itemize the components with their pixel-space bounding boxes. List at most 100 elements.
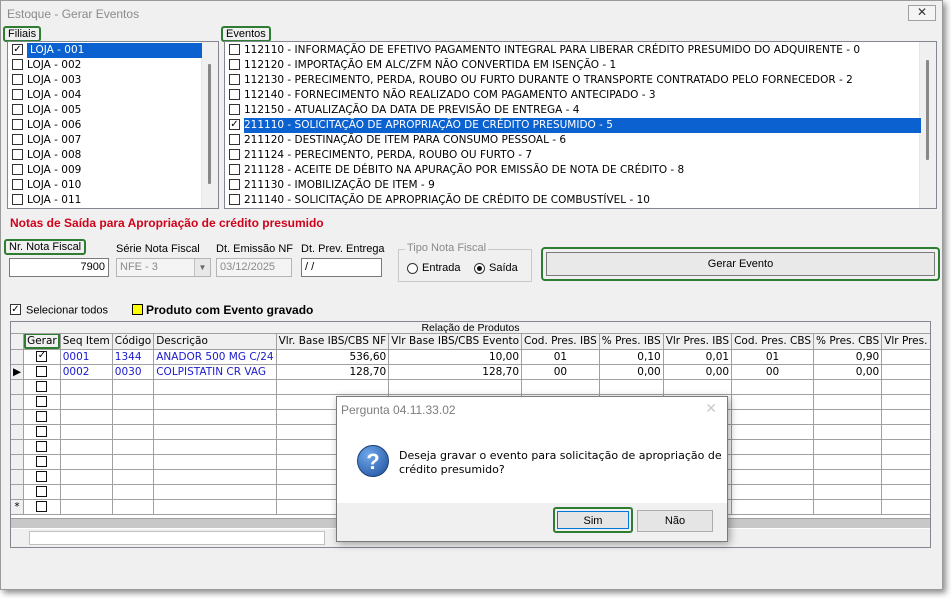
filial-item[interactable]: LOJA - 005 [8,103,81,118]
evento-checkbox[interactable] [229,133,240,145]
table-row[interactable]: ▶ 0002 0030 COLPISTATIN CR VAG 128,70 128,70 0… [11,364,930,380]
cell-cod_cbs[interactable] [731,499,815,515]
cell-pct_cbs[interactable] [813,424,883,440]
evento-item[interactable]: ✓ 211110 - SOLICITAÇÃO DE APROPRIAÇÃO DE … [225,118,921,133]
column-header[interactable]: Descrição [153,334,277,350]
cell-descricao[interactable] [153,394,277,410]
cell-pct_ibs[interactable]: 0,00 [599,364,664,380]
column-header[interactable]: Vlr. Base IBS/CBS NF [276,334,390,350]
gerar-cell[interactable] [23,364,61,380]
gerar-evento-button-frame[interactable]: Gerar Evento [541,247,940,281]
cell-codigo[interactable] [112,394,155,410]
filial-checkbox[interactable] [12,118,23,130]
gerar-cell[interactable] [23,499,61,515]
dialog-close-icon[interactable]: ✕ [705,400,717,417]
evento-item[interactable]: 211120 - DESTINAÇÃO DE ITEM PARA CONSUMO… [225,133,566,148]
gerar-checkbox[interactable] [36,471,48,482]
radio-saida-circle[interactable] [474,262,485,274]
gerar-checkbox[interactable] [36,456,48,467]
cell-seq[interactable] [60,424,113,440]
gerar-checkbox[interactable] [36,381,48,392]
selecionar-todos-checkbox[interactable]: ✓ [10,304,21,315]
filial-item[interactable]: LOJA - 007 [8,133,81,148]
gerar-cell[interactable] [23,424,61,440]
cell-descricao[interactable] [153,424,277,440]
evento-checkbox[interactable]: ✓ [229,118,240,130]
radio-saida[interactable]: Saída [474,262,518,274]
evento-checkbox[interactable] [229,148,240,160]
gerar-evento-button[interactable]: Gerar Evento [546,252,935,276]
cell-descricao[interactable]: ANADOR 500 MG C/24 [153,349,277,365]
filial-checkbox[interactable] [12,178,23,190]
cell-cod_cbs[interactable]: 01 [731,349,815,365]
evento-checkbox[interactable] [229,43,240,55]
cell-vlr_cbs[interactable] [881,499,930,515]
cell-descricao[interactable] [153,379,277,395]
cell-seq[interactable] [60,409,113,425]
gerar-cell[interactable] [23,484,61,500]
evento-item[interactable]: 112130 - PERECIMENTO, PERDA, ROUBO OU FU… [225,73,853,88]
cell-base_nf[interactable] [276,379,390,395]
radio-entrada[interactable]: Entrada [407,262,461,274]
filial-checkbox[interactable] [12,163,23,175]
cell-vlr_cbs[interactable] [881,439,930,455]
cell-pct_cbs[interactable] [813,379,883,395]
gerar-cell[interactable] [23,394,61,410]
cell-cod_cbs[interactable]: 00 [731,364,815,380]
filial-item[interactable]: LOJA - 009 [8,163,81,178]
cell-cod_cbs[interactable] [731,379,815,395]
filial-checkbox[interactable] [12,58,23,70]
cell-codigo[interactable] [112,484,155,500]
prev-entrega-field[interactable]: / / [301,258,382,277]
cell-pct_cbs[interactable]: 0,90 [813,349,883,365]
cell-seq[interactable] [60,454,113,470]
gerar-checkbox[interactable] [36,411,48,422]
cell-seq[interactable] [60,484,113,500]
cell-descricao[interactable] [153,499,277,515]
evento-item[interactable]: 211130 - IMOBILIZAÇÃO DE ITEM - 9 [225,178,435,193]
cell-codigo[interactable] [112,379,155,395]
chevron-down-icon[interactable]: ▼ [194,259,210,276]
gerar-cell[interactable] [23,469,61,485]
filial-checkbox[interactable]: ✓ [12,43,23,55]
cell-vlr_ibs[interactable] [663,379,733,395]
column-header[interactable]: Cod. Pres. CBS [731,334,815,350]
cell-cod_ibs[interactable] [521,379,600,395]
yes-button-frame[interactable]: Sim [553,507,633,533]
filial-item[interactable]: LOJA - 002 [8,58,81,73]
cell-codigo[interactable] [112,499,155,515]
filial-checkbox[interactable] [12,73,23,85]
cell-pct_ibs[interactable]: 0,10 [599,349,664,365]
cell-pct_cbs[interactable] [813,484,883,500]
evento-item[interactable]: 112140 - FORNECIMENTO NÃO REALIZADO COM … [225,88,656,103]
filiais-list[interactable]: ✓ LOJA - 001 LOJA - 002 LOJA - 003 LOJA - 00… [7,41,219,209]
cell-vlr_ibs[interactable]: 0,00 [663,364,733,380]
evento-item[interactable]: 211140 - SOLICITAÇÃO DE APROPRIAÇÃO DE C… [225,193,650,208]
cell-pct_ibs[interactable] [599,379,664,395]
cell-cod_cbs[interactable] [731,424,815,440]
cell-descricao[interactable] [153,439,277,455]
gerar-cell[interactable] [23,439,61,455]
cell-vlr_cbs[interactable] [881,409,930,425]
cell-base_nf[interactable]: 128,70 [276,364,390,380]
column-header[interactable]: Cod. Pres. IBS [521,334,600,350]
filial-item[interactable]: LOJA - 008 [8,148,81,163]
evento-checkbox[interactable] [229,193,240,205]
filial-checkbox[interactable] [12,148,23,160]
cell-vlr_cbs[interactable] [881,379,930,395]
selecionar-todos[interactable]: ✓ Selecionar todos [10,304,108,317]
cell-seq[interactable] [60,439,113,455]
filial-checkbox[interactable] [12,193,23,205]
cell-cod_cbs[interactable] [731,454,815,470]
gerar-checkbox[interactable] [36,396,48,407]
cell-codigo[interactable] [112,439,155,455]
yes-button[interactable]: Sim [557,511,629,529]
cell-vlr_cbs[interactable] [881,469,930,485]
filial-item[interactable]: ✓ LOJA - 001 [8,43,202,58]
column-header[interactable]: Seq Item [60,334,113,350]
cell-descricao[interactable] [153,409,277,425]
cell-vlr_cbs[interactable] [881,349,930,365]
cell-pct_cbs[interactable] [813,409,883,425]
column-header[interactable]: % Pres. IBS [599,334,664,350]
cell-pct_cbs[interactable] [813,499,883,515]
